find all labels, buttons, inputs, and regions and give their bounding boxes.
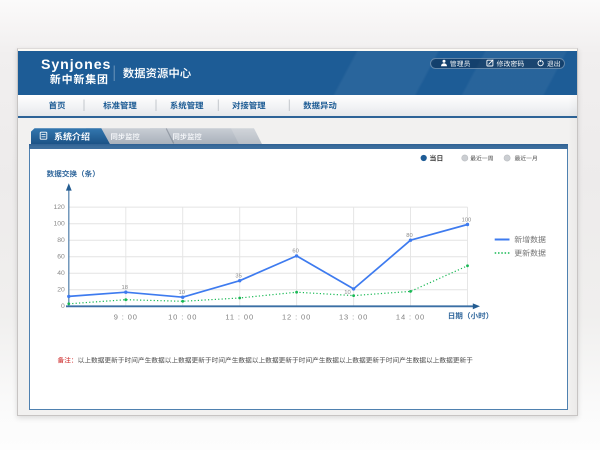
- svg-text:13 : 00: 13 : 00: [339, 312, 368, 321]
- svg-text:60: 60: [57, 253, 65, 260]
- svg-text:80: 80: [406, 233, 412, 239]
- svg-text:120: 120: [53, 204, 65, 211]
- svg-text:14 : 00: 14 : 00: [396, 312, 425, 321]
- svg-text:40: 40: [57, 270, 65, 277]
- svg-text:100: 100: [53, 220, 65, 227]
- svg-text:0: 0: [61, 303, 65, 310]
- svg-text:80: 80: [57, 237, 65, 244]
- svg-text:10: 10: [344, 290, 350, 296]
- svg-text:12 : 00: 12 : 00: [282, 312, 311, 321]
- svg-text:35: 35: [235, 274, 241, 280]
- svg-text:60: 60: [292, 249, 298, 255]
- svg-text:20: 20: [57, 287, 65, 294]
- svg-text:10 : 00: 10 : 00: [168, 312, 197, 321]
- svg-text:11 : 00: 11 : 00: [225, 312, 254, 321]
- svg-text:9 : 00: 9 : 00: [114, 312, 138, 321]
- svg-text:10: 10: [178, 290, 184, 296]
- svg-text:100: 100: [462, 217, 472, 223]
- svg-text:18: 18: [121, 285, 127, 291]
